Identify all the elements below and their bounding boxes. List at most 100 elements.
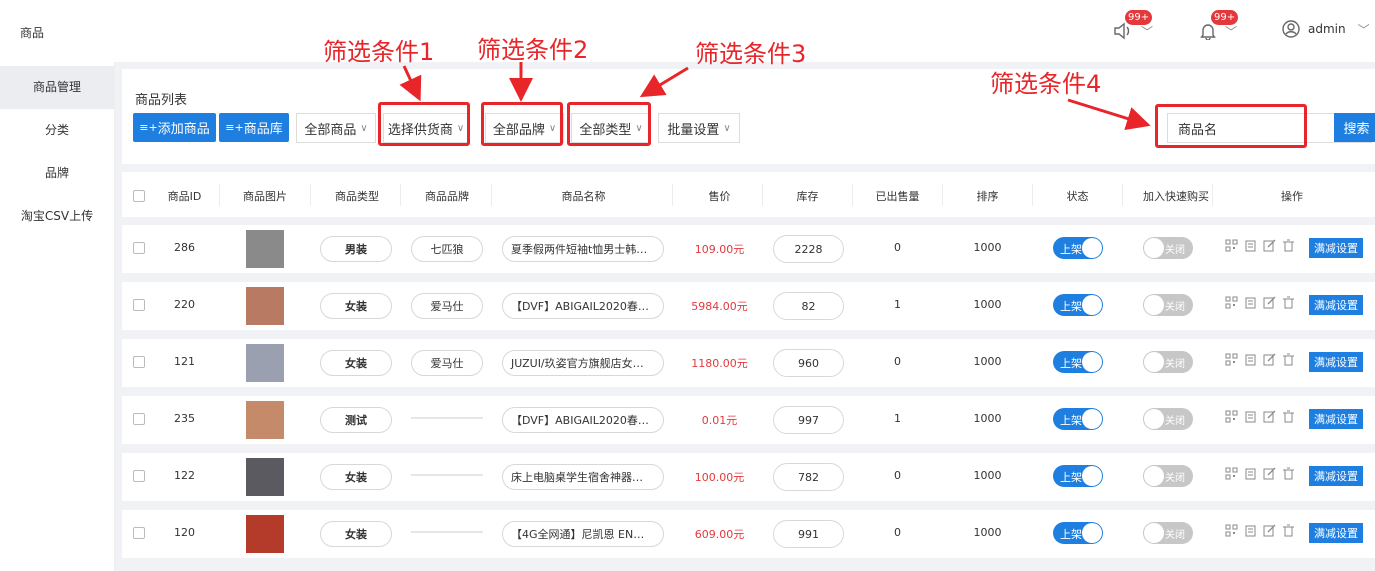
stock-input[interactable]: 991 [773, 520, 844, 548]
goods-name[interactable]: JUZUI/玖姿官方旗舰店女… [502, 350, 664, 376]
product-image[interactable] [246, 287, 284, 325]
status-toggle[interactable]: 上架 [1053, 351, 1103, 373]
price: 1180.00元 [691, 357, 748, 370]
row-checkbox[interactable] [133, 242, 145, 254]
toggle-knob [1082, 295, 1102, 315]
brand-pill-empty [411, 417, 483, 419]
discount-settings-button[interactable]: 满减设置 [1309, 466, 1363, 486]
quick-buy-toggle[interactable]: 关闭 [1143, 408, 1193, 430]
edit-icon[interactable] [1263, 239, 1276, 252]
sold-count: 0 [894, 526, 901, 539]
copy-icon[interactable] [1244, 239, 1257, 252]
column-divider [1032, 184, 1033, 206]
trash-icon[interactable] [1282, 467, 1295, 480]
stock-input[interactable]: 997 [773, 406, 844, 434]
goods-name[interactable]: 夏季假两件短袖t恤男士韩… [502, 236, 664, 262]
stock-input[interactable]: 82 [773, 292, 844, 320]
qrcode-icon[interactable] [1225, 410, 1238, 423]
row-checkbox[interactable] [133, 470, 145, 482]
goods-name[interactable]: 【4G全网通】尼凯恩 EN… [502, 521, 664, 547]
edit-icon[interactable] [1263, 524, 1276, 537]
copy-icon[interactable] [1244, 353, 1257, 366]
goods-name[interactable]: 【DVF】ABIGAIL2020春… [502, 407, 664, 433]
row-actions [1225, 239, 1295, 252]
trash-icon[interactable] [1282, 353, 1295, 366]
toggle-knob [1144, 295, 1164, 315]
toggle-knob [1082, 352, 1102, 372]
quick-buy-toggle[interactable]: 关闭 [1143, 237, 1193, 259]
column-divider [852, 184, 853, 206]
column-divider [1212, 184, 1213, 206]
product-image[interactable] [246, 230, 284, 268]
trash-icon[interactable] [1282, 239, 1295, 252]
qrcode-icon[interactable] [1225, 239, 1238, 252]
price: 609.00元 [694, 528, 745, 541]
copy-icon[interactable] [1244, 524, 1257, 537]
discount-settings-button[interactable]: 满减设置 [1309, 523, 1363, 543]
price: 109.00元 [694, 243, 745, 256]
product-image[interactable] [246, 458, 284, 496]
goods-id: 235 [174, 412, 195, 425]
stock-input[interactable]: 782 [773, 463, 844, 491]
row-actions [1225, 467, 1295, 480]
sold-count: 0 [894, 241, 901, 254]
product-image[interactable] [246, 515, 284, 553]
sort-value: 1000 [973, 469, 1002, 482]
quick-buy-toggle[interactable]: 关闭 [1143, 351, 1193, 373]
qrcode-icon[interactable] [1225, 467, 1238, 480]
qrcode-icon[interactable] [1225, 353, 1238, 366]
qrcode-icon[interactable] [1225, 296, 1238, 309]
discount-settings-button[interactable]: 满减设置 [1309, 238, 1363, 258]
brand-pill-empty [411, 531, 483, 533]
status-toggle[interactable]: 上架 [1053, 237, 1103, 259]
column-header: 商品名称 [561, 190, 606, 203]
edit-icon[interactable] [1263, 410, 1276, 423]
quick-buy-toggle[interactable]: 关闭 [1143, 522, 1193, 544]
price: 5984.00元 [691, 300, 748, 313]
row-checkbox[interactable] [133, 527, 145, 539]
stock-input[interactable]: 960 [773, 349, 844, 377]
column-header: 商品图片 [243, 190, 287, 203]
quick-buy-toggle[interactable]: 关闭 [1143, 294, 1193, 316]
discount-settings-button[interactable]: 满减设置 [1309, 409, 1363, 429]
copy-icon[interactable] [1244, 296, 1257, 309]
edit-icon[interactable] [1263, 467, 1276, 480]
edit-icon[interactable] [1263, 353, 1276, 366]
status-toggle[interactable]: 上架 [1053, 465, 1103, 487]
discount-settings-button[interactable]: 满减设置 [1309, 295, 1363, 315]
status-toggle[interactable]: 上架 [1053, 522, 1103, 544]
stock-input[interactable]: 2228 [773, 235, 844, 263]
quick-buy-toggle[interactable]: 关闭 [1143, 465, 1193, 487]
trash-icon[interactable] [1282, 524, 1295, 537]
column-header: 加入快速购买 [1143, 190, 1209, 203]
qrcode-icon[interactable] [1225, 524, 1238, 537]
discount-settings-button[interactable]: 满减设置 [1309, 352, 1363, 372]
status-toggle[interactable]: 上架 [1053, 408, 1103, 430]
row-checkbox[interactable] [133, 356, 145, 368]
toggle-knob [1144, 238, 1164, 258]
copy-icon[interactable] [1244, 467, 1257, 480]
goods-name[interactable]: 【DVF】ABIGAIL2020春… [502, 293, 664, 319]
row-checkbox[interactable] [133, 413, 145, 425]
copy-icon[interactable] [1244, 410, 1257, 423]
toggle-knob [1144, 352, 1164, 372]
table-row: 122 女装 床上电脑桌学生宿舍神器… 100.00元 782 0 1000 上… [122, 453, 1375, 501]
column-header: 已出售量 [875, 190, 920, 203]
table-row: 235 测试 【DVF】ABIGAIL2020春… 0.01元 997 1 10… [122, 396, 1375, 444]
toggle-knob [1144, 523, 1164, 543]
status-toggle[interactable]: 上架 [1053, 294, 1103, 316]
goods-name[interactable]: 床上电脑桌学生宿舍神器… [502, 464, 664, 490]
toggle-knob [1082, 238, 1102, 258]
type-pill: 男装 [320, 236, 392, 262]
trash-icon[interactable] [1282, 410, 1295, 423]
product-image[interactable] [246, 401, 284, 439]
select-all-checkbox[interactable] [133, 190, 145, 202]
brand-pill: 爱马仕 [411, 350, 483, 376]
row-checkbox[interactable] [133, 299, 145, 311]
table-row: 121 女装 爱马仕 JUZUI/玖姿官方旗舰店女… 1180.00元 960 … [122, 339, 1375, 387]
arrow-3 [639, 66, 689, 98]
trash-icon[interactable] [1282, 296, 1295, 309]
row-actions [1225, 410, 1295, 423]
product-image[interactable] [246, 344, 284, 382]
edit-icon[interactable] [1263, 296, 1276, 309]
